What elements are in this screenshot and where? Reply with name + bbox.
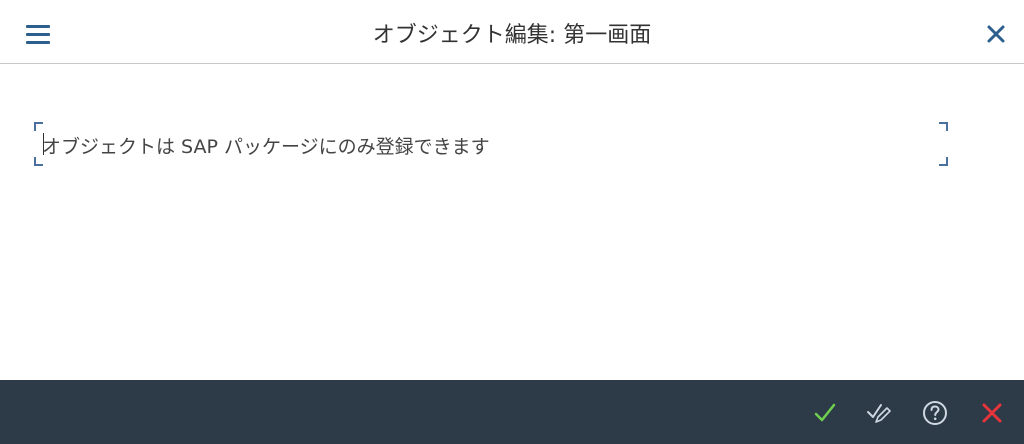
help-button[interactable]	[922, 400, 948, 426]
frame-corner	[34, 122, 43, 131]
message-field[interactable]: オブジェクトは SAP パッケージにのみ登録できます	[34, 122, 948, 166]
continue-all-button[interactable]	[866, 400, 892, 426]
checkmark-edit-icon	[867, 404, 891, 423]
hamburger-menu-icon	[26, 25, 50, 44]
dialog-title: オブジェクト編集: 第一画面	[372, 23, 652, 48]
help-icon	[923, 401, 947, 425]
menu-button[interactable]	[22, 22, 54, 46]
checkmark-icon	[814, 403, 836, 422]
cancel-button[interactable]	[979, 400, 1005, 426]
footer-toolbar	[0, 380, 1024, 444]
cancel-icon	[982, 403, 1002, 423]
dialog-content: オブジェクトは SAP パッケージにのみ登録できます	[0, 64, 1024, 380]
continue-button[interactable]	[812, 400, 838, 426]
frame-corner	[939, 122, 948, 131]
close-icon	[987, 25, 1005, 43]
close-button[interactable]	[986, 24, 1006, 44]
dialog-window: オブジェクト編集: 第一画面 オブジェクトは SAP パッケージにのみ登録できま…	[0, 0, 1024, 444]
frame-corner	[939, 157, 948, 166]
title-bar: オブジェクト編集: 第一画面	[0, 0, 1024, 64]
message-text: オブジェクトは SAP パッケージにのみ登録できます	[42, 136, 490, 158]
